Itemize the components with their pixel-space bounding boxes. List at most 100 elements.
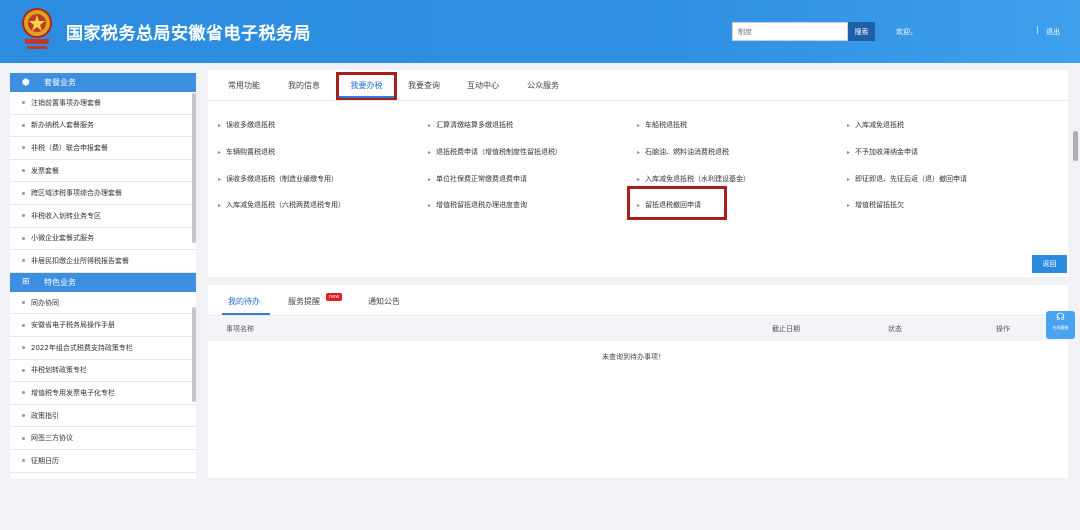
sidebar-item[interactable]: 发票套餐	[10, 160, 196, 183]
bullet-icon	[22, 391, 25, 395]
bullet-icon	[22, 459, 25, 463]
tab-query[interactable]: 我要查询	[408, 80, 440, 91]
bullet-icon	[22, 123, 25, 127]
online-service-button[interactable]: ☊ 在线客服	[1046, 311, 1075, 339]
function-link[interactable]: ▸ 入库减免退抵税（六税两费退税专用）	[218, 200, 345, 210]
bullet-icon	[22, 101, 25, 105]
sidebar-item[interactable]: 新办纳税人套餐服务	[10, 115, 196, 138]
sidebar-item[interactable]: 安徽省电子税务局操作手册	[10, 314, 196, 337]
sidebar-item-label: 跨区域涉税事项综合办理套餐	[31, 189, 122, 198]
welcome-text: 欢迎，	[896, 28, 917, 36]
bullet-icon	[22, 169, 25, 173]
link-label: 退抵税费申请（增值税制度性留抵退税）	[436, 148, 563, 156]
sidebar-item-label: 非税收入划转业务专区	[31, 211, 101, 220]
arrow-icon: ▸	[637, 149, 641, 156]
arrow-icon: ▸	[218, 176, 222, 183]
link-label: 不予加收滞纳金申请	[855, 148, 919, 156]
function-link[interactable]: ▸ 增值税留抵退税办理进度查询	[428, 200, 527, 210]
sidebar-item[interactable]: 网签三方协议	[10, 427, 196, 450]
bullet-icon	[22, 146, 25, 150]
sidebar-item[interactable]: 小微企业套餐式服务	[10, 228, 196, 251]
tab-common[interactable]: 常用功能	[228, 80, 260, 91]
bullet-icon	[22, 259, 25, 263]
bullet-icon	[22, 236, 25, 240]
sidebar-item-label: 非税（费）联合申报套餐	[31, 143, 108, 152]
sidebar-item-label: 政策指引	[31, 411, 59, 420]
link-label: 误收多缴退抵税	[226, 121, 276, 129]
arrow-icon: ▸	[428, 202, 432, 209]
tab-my-todo[interactable]: 我的待办	[228, 296, 260, 307]
tabs-divider	[208, 100, 1068, 101]
function-link[interactable]: ▸ 车船税退抵税	[637, 120, 687, 130]
sidebar-section-feature[interactable]: ⊞ 特色业务	[10, 272, 196, 292]
sidebar-item[interactable]: 非税收入划转业务专区	[10, 205, 196, 228]
sidebar-item[interactable]: 2022年组合式税费支持政策专栏	[10, 337, 196, 360]
link-label: 入库减免退抵税（水利建设基金）	[645, 175, 751, 183]
function-link[interactable]: ▸ 汇算清缴结算多缴退抵税	[428, 120, 513, 130]
function-link[interactable]: ▸ 退抵税费申请（增值税制度性留抵退税）	[428, 147, 562, 157]
link-label: 入库减免退抵税（六税两费退税专用）	[226, 201, 346, 209]
sidebar-item[interactable]: 增值税专用发票电子化专栏	[10, 382, 196, 405]
sidebar-item[interactable]: 非居民扣缴企业所得税报告套餐	[10, 250, 196, 273]
function-link[interactable]: ▸ 即征即退、先征后返（退）撤回申请	[847, 174, 967, 184]
sidebar: ⬢ 套餐业务 注销前置事项办理套餐 新办纳税人套餐服务 非税（费）联合申报套餐 …	[10, 73, 196, 479]
search-input[interactable]	[732, 22, 848, 41]
link-label: 车辆购置税退税	[226, 148, 276, 156]
sidebar-item[interactable]: 注销前置事项办理套餐	[10, 92, 196, 115]
sidebar-item-label: 同办协同	[31, 298, 59, 307]
function-link[interactable]: ▸ 入库减免退抵税	[847, 120, 904, 130]
link-label: 车船税退抵税	[645, 121, 688, 129]
function-link[interactable]: ▸ 车辆购置税退税	[218, 147, 275, 157]
page-scrollbar[interactable]	[1073, 131, 1078, 161]
column-header-action: 操作	[996, 325, 1010, 333]
sidebar-item-label: 新办纳税人套餐服务	[31, 121, 94, 130]
arrow-icon: ▸	[847, 122, 851, 129]
arrow-icon: ▸	[637, 176, 641, 183]
arrow-icon: ▸	[218, 122, 222, 129]
bullet-icon	[22, 323, 25, 327]
function-link[interactable]: ▸ 不予加收滞纳金申请	[847, 147, 918, 157]
function-link[interactable]: ▸ 入库减免退抵税（水利建设基金）	[637, 174, 750, 184]
sidebar-item[interactable]: 非税划转政策专栏	[10, 360, 196, 383]
sidebar-item-label: 发票套餐	[31, 166, 59, 175]
tab-public-service[interactable]: 公众服务	[527, 80, 559, 91]
function-link[interactable]: ▸ 误收多缴退抵税（制造业缓缴专用）	[218, 174, 338, 184]
new-badge: new	[326, 293, 343, 301]
search-button[interactable]: 搜索	[848, 22, 875, 41]
active-tab-indicator	[339, 96, 394, 98]
function-link[interactable]: ▸ 单位社保费正常缴费退费申请	[428, 174, 527, 184]
function-link[interactable]: ▸ 误收多缴退抵税	[218, 120, 275, 130]
sidebar-item-label: 安徽省电子税务局操作手册	[31, 321, 115, 330]
table-header	[208, 317, 1068, 341]
sidebar-item[interactable]: 非税（费）联合申报套餐	[10, 137, 196, 160]
empty-message: 未查询到待办事项！	[602, 353, 665, 361]
bullet-icon	[22, 436, 25, 440]
tab-interaction[interactable]: 互动中心	[467, 80, 499, 91]
sidebar-item[interactable]: 跨区域涉税事项综合办理套餐	[10, 182, 196, 205]
bullet-icon	[22, 301, 25, 305]
link-label: 入库减免退抵税	[855, 121, 905, 129]
bullet-icon	[22, 191, 25, 195]
tab-notice[interactable]: 通知公告	[368, 296, 400, 307]
tab-my-info[interactable]: 我的信息	[288, 80, 320, 91]
sidebar-item-label: 网签三方协议	[31, 434, 73, 443]
sidebar-item-label: 非税划转政策专栏	[31, 366, 87, 375]
link-label: 增值税留抵退税办理进度查询	[436, 201, 528, 209]
function-link[interactable]: ▸ 增值税留抵抵欠	[847, 200, 904, 210]
sidebar-item[interactable]: 政策指引	[10, 405, 196, 428]
tax-emblem-icon	[22, 8, 52, 49]
logout-link[interactable]: 退出	[1046, 27, 1060, 37]
sidebar-scrollbar-bottom[interactable]	[192, 307, 196, 402]
arrow-icon: ▸	[847, 176, 851, 183]
bullet-icon	[22, 368, 25, 372]
tab-label: 我要办税	[350, 81, 383, 90]
sidebar-item[interactable]: 征期日历	[10, 450, 196, 473]
sidebar-item[interactable]: 同办协同	[10, 292, 196, 315]
back-button[interactable]: 返回	[1032, 255, 1067, 273]
column-header-status: 状态	[888, 325, 902, 333]
function-link[interactable]: ▸ 石脑油、燃料油消费税退税	[637, 147, 729, 157]
sidebar-section-package[interactable]: ⬢ 套餐业务	[10, 73, 196, 92]
sidebar-scrollbar-top[interactable]	[192, 93, 196, 243]
tab-service-reminder[interactable]: 服务提醒	[288, 296, 320, 307]
link-label: 误收多缴退抵税（制造业缓缴专用）	[226, 175, 339, 183]
